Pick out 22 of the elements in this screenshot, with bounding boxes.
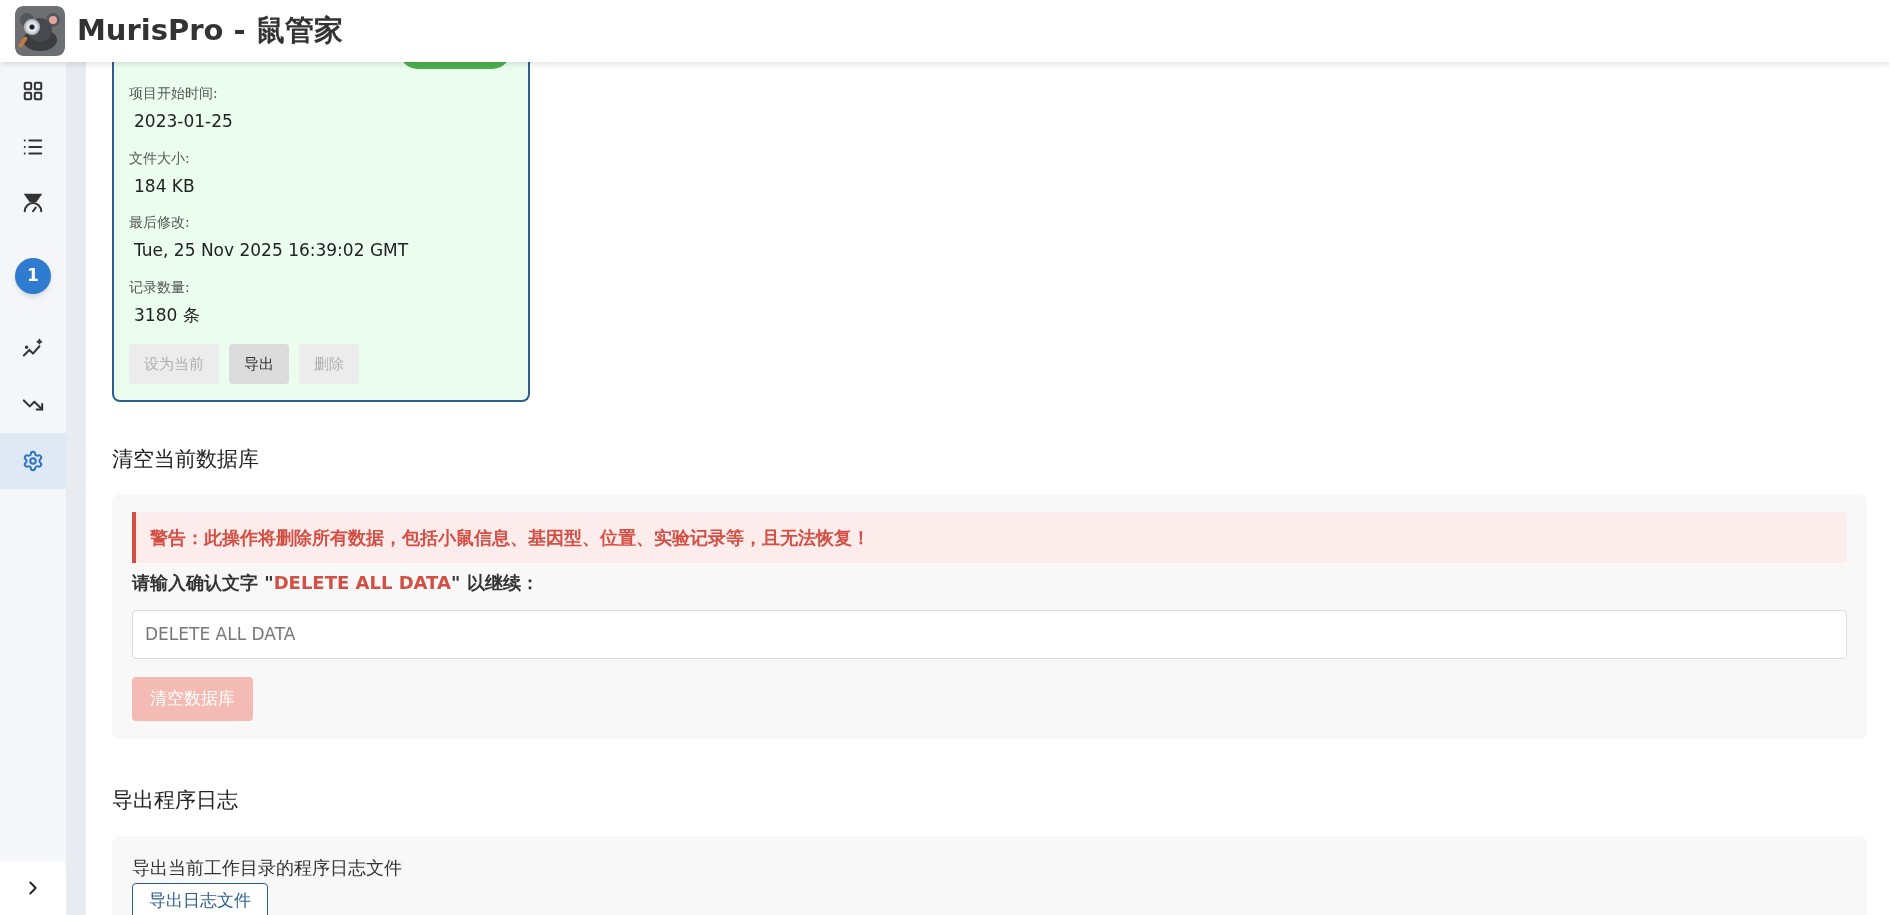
settings-icon bbox=[22, 450, 44, 472]
scale-icon bbox=[22, 192, 44, 214]
section-heading: 清空当前数据库 bbox=[112, 446, 260, 473]
confirm-input[interactable]: DELETE ALL DATA bbox=[132, 609, 1847, 659]
field-value: 184 KB bbox=[133, 174, 196, 198]
confirm-prompt: 请输入确认文字 "DELETE ALL DATA" 以继续： bbox=[132, 570, 540, 595]
field-value: 3180 条 bbox=[133, 303, 201, 327]
warning-message: 警告：此操作将删除所有数据，包括小鼠信息、基因型、位置、实验记录等，且无法恢复！ bbox=[132, 511, 1847, 563]
field-label: 项目开始时间: bbox=[129, 84, 219, 103]
card-action-button[interactable]: 导出 bbox=[229, 344, 289, 384]
field-label: 文件大小: bbox=[129, 148, 191, 168]
field-label: 最后修改: bbox=[129, 213, 191, 232]
mouse-logo-icon bbox=[15, 6, 65, 56]
app-title: MurisPro - 鼠管家 bbox=[77, 12, 343, 50]
notification-badge[interactable]: 1 bbox=[15, 258, 51, 294]
field-value: 2023-01-25 bbox=[133, 110, 234, 133]
export-log-button[interactable]: 导出日志文件 bbox=[132, 883, 268, 915]
log-description: 导出当前工作目录的程序日志文件 bbox=[132, 856, 402, 880]
section-heading: 导出程序日志 bbox=[112, 786, 239, 814]
field-label: 记录数量: bbox=[129, 277, 191, 297]
field-value: Tue, 25 Nov 2025 16:39:02 GMT bbox=[133, 239, 410, 262]
grid-icon bbox=[22, 80, 44, 102]
